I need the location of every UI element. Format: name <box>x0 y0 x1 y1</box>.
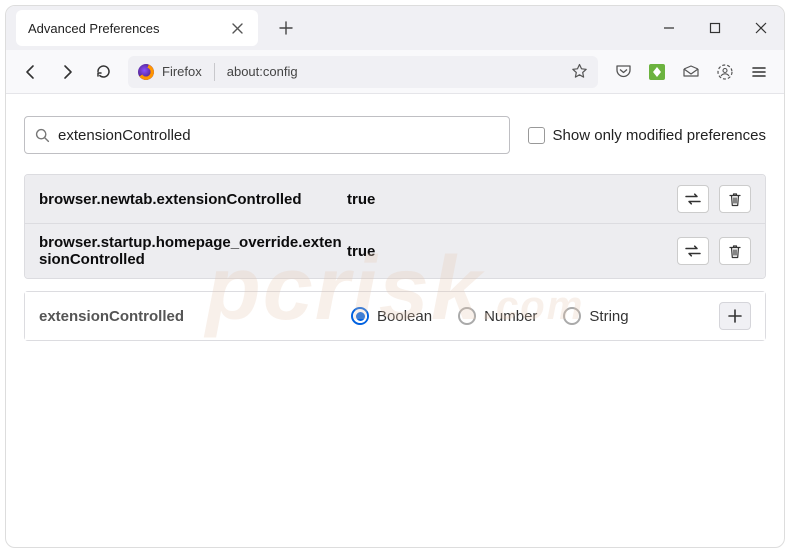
type-string-radio[interactable]: String <box>563 307 628 325</box>
url-separator <box>214 63 215 81</box>
type-number-radio[interactable]: Number <box>458 307 537 325</box>
window-controls <box>646 6 784 50</box>
back-button[interactable] <box>14 57 48 87</box>
show-modified-label: Show only modified preferences <box>553 127 766 144</box>
radio-icon <box>458 307 476 325</box>
preference-value: true <box>347 191 375 208</box>
new-preference-box: extensionControlled Boolean Number Strin… <box>24 291 766 341</box>
checkbox-icon[interactable] <box>528 127 545 144</box>
url-identity-label: Firefox <box>162 64 202 79</box>
preference-name: browser.startup.homepage_override.extens… <box>39 234 347 268</box>
new-preference-row: extensionControlled Boolean Number Strin… <box>25 292 765 340</box>
about-config-content: Show only modified preferences browser.n… <box>6 94 784 547</box>
close-window-button[interactable] <box>738 6 784 50</box>
account-icon[interactable] <box>708 57 742 87</box>
pref-search-input[interactable] <box>58 127 499 144</box>
preference-value: true <box>347 243 375 260</box>
preference-name: browser.newtab.extensionControlled <box>39 191 347 208</box>
browser-tab[interactable]: Advanced Preferences <box>16 10 258 46</box>
reload-button[interactable] <box>86 57 120 87</box>
extension-icon[interactable] <box>640 57 674 87</box>
tab-title: Advanced Preferences <box>28 21 160 36</box>
tab-close-button[interactable] <box>230 20 246 36</box>
preference-row: browser.newtab.extensionControlled true <box>25 175 765 224</box>
preference-row: browser.startup.homepage_override.extens… <box>25 224 765 278</box>
show-modified-toggle[interactable]: Show only modified preferences <box>528 127 766 144</box>
app-menu-button[interactable] <box>742 57 776 87</box>
pref-search-box[interactable] <box>24 116 510 154</box>
type-boolean-radio[interactable]: Boolean <box>351 307 432 325</box>
maximize-button[interactable] <box>692 6 738 50</box>
toggle-button[interactable] <box>677 185 709 213</box>
new-preference-name: extensionControlled <box>39 308 347 325</box>
new-tab-button[interactable] <box>272 14 300 42</box>
delete-button[interactable] <box>719 237 751 265</box>
inbox-icon[interactable] <box>674 57 708 87</box>
firefox-icon <box>138 64 154 80</box>
url-bar[interactable]: Firefox about:config <box>128 56 598 88</box>
nav-toolbar: Firefox about:config <box>6 50 784 94</box>
minimize-button[interactable] <box>646 6 692 50</box>
titlebar: Advanced Preferences <box>6 6 784 50</box>
toggle-button[interactable] <box>677 237 709 265</box>
add-preference-button[interactable] <box>719 302 751 330</box>
search-icon <box>35 128 50 143</box>
pocket-icon[interactable] <box>606 57 640 87</box>
delete-button[interactable] <box>719 185 751 213</box>
bookmark-star-icon[interactable] <box>571 63 588 80</box>
radio-selected-icon <box>351 307 369 325</box>
url-text: about:config <box>227 64 298 79</box>
radio-icon <box>563 307 581 325</box>
preference-list: browser.newtab.extensionControlled true … <box>24 174 766 279</box>
forward-button[interactable] <box>50 57 84 87</box>
